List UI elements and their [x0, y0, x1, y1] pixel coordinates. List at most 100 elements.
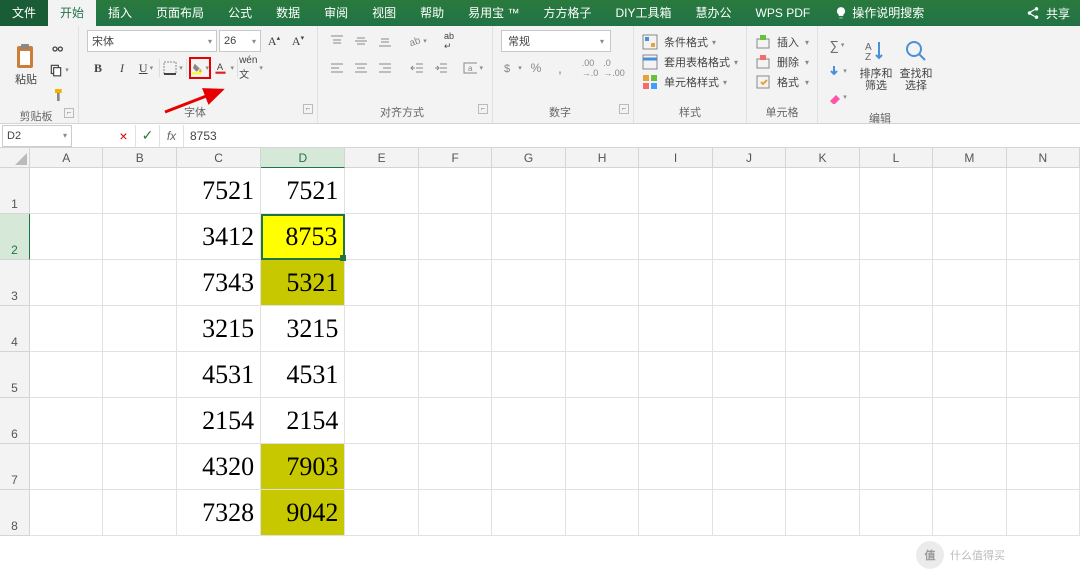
cell-K6[interactable] [786, 398, 859, 444]
cell-I6[interactable] [639, 398, 712, 444]
align-left-button[interactable] [326, 57, 348, 79]
row-headers[interactable]: 12345678 [0, 168, 30, 536]
cell-N2[interactable] [1007, 214, 1080, 260]
font-size-combo[interactable]: 26 [219, 30, 261, 52]
cell-E7[interactable] [345, 444, 418, 490]
column-header-J[interactable]: J [713, 148, 786, 168]
copy-button[interactable] [48, 59, 70, 81]
cell-H4[interactable] [566, 306, 639, 352]
cell-B8[interactable] [103, 490, 176, 536]
row-header-6[interactable]: 6 [0, 398, 30, 444]
clear-button[interactable] [826, 86, 848, 108]
row-header-8[interactable]: 8 [0, 490, 30, 536]
cell-B4[interactable] [103, 306, 176, 352]
accounting-format-button[interactable]: $ [501, 57, 523, 79]
spreadsheet-grid[interactable]: ABCDEFGHIJKLMN 12345678 7521752134128753… [0, 148, 1080, 580]
cell-H5[interactable] [566, 352, 639, 398]
cell-C2[interactable]: 3412 [177, 214, 261, 260]
formula-input[interactable]: 8753 [184, 129, 1080, 143]
tab-formula[interactable]: 公式 [216, 0, 264, 26]
tab-wps[interactable]: WPS PDF [744, 0, 823, 26]
border-button[interactable] [162, 57, 184, 79]
tab-yyb[interactable]: 易用宝 ™ [456, 0, 531, 26]
bold-button[interactable]: B [87, 57, 109, 79]
tab-fgz[interactable]: 方方格子 [531, 0, 603, 26]
cell-M2[interactable] [933, 214, 1006, 260]
column-header-G[interactable]: G [492, 148, 565, 168]
cell-K7[interactable] [786, 444, 859, 490]
cell-F4[interactable] [419, 306, 492, 352]
cell-B6[interactable] [103, 398, 176, 444]
fill-color-button[interactable] [189, 57, 211, 79]
cell-J3[interactable] [713, 260, 786, 306]
cell-J8[interactable] [713, 490, 786, 536]
column-header-A[interactable]: A [30, 148, 103, 168]
cell-J7[interactable] [713, 444, 786, 490]
cell-N1[interactable] [1007, 168, 1080, 214]
cell-B3[interactable] [103, 260, 176, 306]
cell-J4[interactable] [713, 306, 786, 352]
cell-L1[interactable] [860, 168, 933, 214]
align-bottom-button[interactable] [374, 30, 396, 52]
autosum-button[interactable]: ∑ [826, 34, 848, 56]
cell-G1[interactable] [492, 168, 565, 214]
cell-J6[interactable] [713, 398, 786, 444]
cell-A8[interactable] [30, 490, 103, 536]
fill-button[interactable] [826, 60, 848, 82]
tab-insert[interactable]: 插入 [96, 0, 144, 26]
tab-data[interactable]: 数据 [264, 0, 312, 26]
cell-F8[interactable] [419, 490, 492, 536]
cell-L2[interactable] [860, 214, 933, 260]
format-cells-button[interactable]: 格式▾ [755, 74, 809, 90]
tab-layout[interactable]: 页面布局 [144, 0, 216, 26]
column-header-H[interactable]: H [566, 148, 639, 168]
cell-H3[interactable] [566, 260, 639, 306]
cell-H6[interactable] [566, 398, 639, 444]
font-color-button[interactable]: A [213, 57, 235, 79]
cell-E8[interactable] [345, 490, 418, 536]
merge-center-button[interactable]: a [462, 57, 484, 79]
cell-L6[interactable] [860, 398, 933, 444]
cell-N3[interactable] [1007, 260, 1080, 306]
cell-E5[interactable] [345, 352, 418, 398]
cell-D8[interactable]: 9042 [261, 490, 345, 536]
comma-button[interactable]: , [549, 57, 571, 79]
cell-B5[interactable] [103, 352, 176, 398]
cell-D7[interactable]: 7903 [261, 444, 345, 490]
cell-J1[interactable] [713, 168, 786, 214]
cell-A1[interactable] [30, 168, 103, 214]
cell-M5[interactable] [933, 352, 1006, 398]
cell-D6[interactable]: 2154 [261, 398, 345, 444]
column-header-B[interactable]: B [103, 148, 176, 168]
tab-view[interactable]: 视图 [360, 0, 408, 26]
cell-E6[interactable] [345, 398, 418, 444]
cell-I5[interactable] [639, 352, 712, 398]
orientation-button[interactable]: ab [406, 30, 428, 52]
cell-A4[interactable] [30, 306, 103, 352]
cell-A5[interactable] [30, 352, 103, 398]
cell-D4[interactable]: 3215 [261, 306, 345, 352]
column-header-D[interactable]: D [261, 148, 345, 168]
column-headers[interactable]: ABCDEFGHIJKLMN [30, 148, 1080, 168]
cell-L3[interactable] [860, 260, 933, 306]
cell-H1[interactable] [566, 168, 639, 214]
cell-E2[interactable] [345, 214, 418, 260]
wrap-text-button[interactable]: ab↵ [438, 30, 460, 52]
row-header-5[interactable]: 5 [0, 352, 30, 398]
cell-F3[interactable] [419, 260, 492, 306]
cancel-formula-button[interactable]: × [112, 125, 136, 147]
cell-N7[interactable] [1007, 444, 1080, 490]
cell-A7[interactable] [30, 444, 103, 490]
share-button[interactable]: 共享 [1046, 5, 1070, 22]
increase-decimal-button[interactable]: .00→.0 [579, 57, 601, 79]
decrease-decimal-button[interactable]: .0→.00 [603, 57, 625, 79]
cell-C5[interactable]: 4531 [177, 352, 261, 398]
select-all-corner[interactable] [0, 148, 30, 168]
decrease-indent-button[interactable] [406, 57, 428, 79]
tellme-search[interactable]: 操作说明搜索 [822, 0, 936, 26]
align-dialog-launcher[interactable]: ⌐ [478, 104, 488, 114]
cell-J2[interactable] [713, 214, 786, 260]
cell-M8[interactable] [933, 490, 1006, 536]
sort-filter-button[interactable]: AZ 排序和筛选 [858, 30, 894, 100]
column-header-N[interactable]: N [1007, 148, 1080, 168]
